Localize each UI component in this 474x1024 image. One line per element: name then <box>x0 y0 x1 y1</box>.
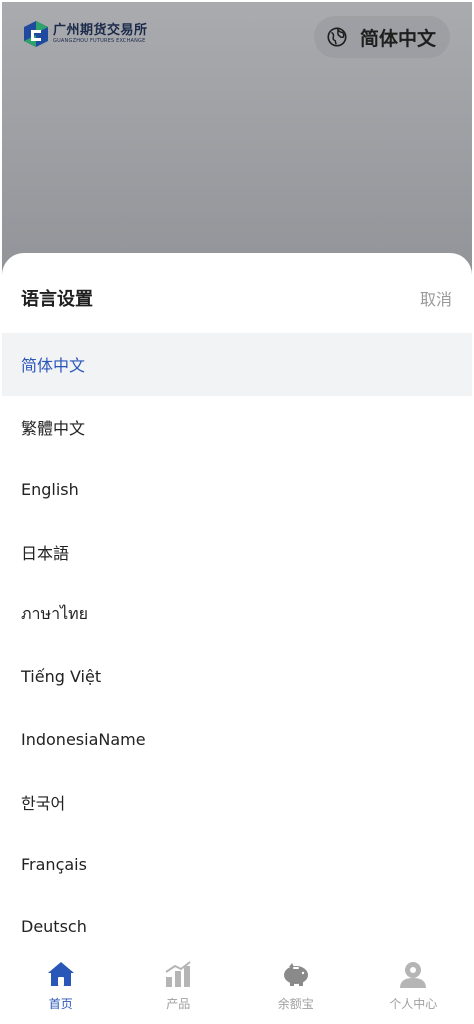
exchange-logo: 广州期货交易所 GUANGZHOU FUTURES EXCHANGE <box>22 18 148 50</box>
language-option-id[interactable]: IndonesiaName <box>2 708 472 771</box>
current-language-label: 简体中文 <box>360 27 437 50</box>
tab-products[interactable]: 产品 <box>120 951 238 1022</box>
language-option-de[interactable]: Deutsch <box>2 896 472 959</box>
language-list: 简体中文 繁體中文 English 日本語 ภาษาไทย Tiếng Việt… <box>2 333 472 958</box>
logo-chinese-name: 广州期货交易所 <box>53 23 148 38</box>
bottom-tab-bar: 首页 产品 余额宝 个人中心 <box>2 951 472 1022</box>
tab-balance[interactable]: 余额宝 <box>237 951 355 1022</box>
tab-home[interactable]: 首页 <box>2 951 120 1022</box>
tab-home-label: 首页 <box>48 997 73 1011</box>
language-option-ja[interactable]: 日本語 <box>2 521 472 584</box>
sheet-title: 语言设置 <box>21 289 93 310</box>
logo-english-name: GUANGZHOU FUTURES EXCHANGE <box>53 38 146 44</box>
tab-profile-label: 个人中心 <box>389 997 438 1011</box>
cancel-button[interactable]: 取消 <box>420 286 452 310</box>
language-switcher[interactable]: 简体中文 <box>314 16 450 58</box>
language-option-ko[interactable]: 한국어 <box>2 771 472 834</box>
home-icon <box>47 962 74 986</box>
language-option-vi[interactable]: Tiếng Việt <box>2 646 472 709</box>
sheet-header: 语言设置 取消 <box>2 253 472 333</box>
language-settings-sheet: 语言设置 取消 简体中文 繁體中文 English 日本語 ภาษาไทย Ti… <box>2 253 472 1022</box>
language-option-th[interactable]: ภาษาไทย <box>2 583 472 646</box>
tab-products-label: 产品 <box>166 997 191 1011</box>
tab-profile[interactable]: 个人中心 <box>355 951 473 1022</box>
language-option-fr[interactable]: Français <box>2 833 472 896</box>
language-option-zh-hans[interactable]: 简体中文 <box>2 333 472 396</box>
user-icon <box>400 962 427 988</box>
top-bar: 广州期货交易所 GUANGZHOU FUTURES EXCHANGE 简体中文 <box>2 2 472 72</box>
globe-icon <box>327 27 347 47</box>
piggy-bank-icon <box>283 963 308 986</box>
tab-balance-label: 余额宝 <box>277 997 314 1011</box>
chart-icon <box>165 961 191 987</box>
logo-mark-icon <box>24 21 48 47</box>
app-screen: 广州期货交易所 GUANGZHOU FUTURES EXCHANGE 简体中文 … <box>2 2 472 1022</box>
language-option-zh-hant[interactable]: 繁體中文 <box>2 396 472 459</box>
language-option-en[interactable]: English <box>2 458 472 521</box>
